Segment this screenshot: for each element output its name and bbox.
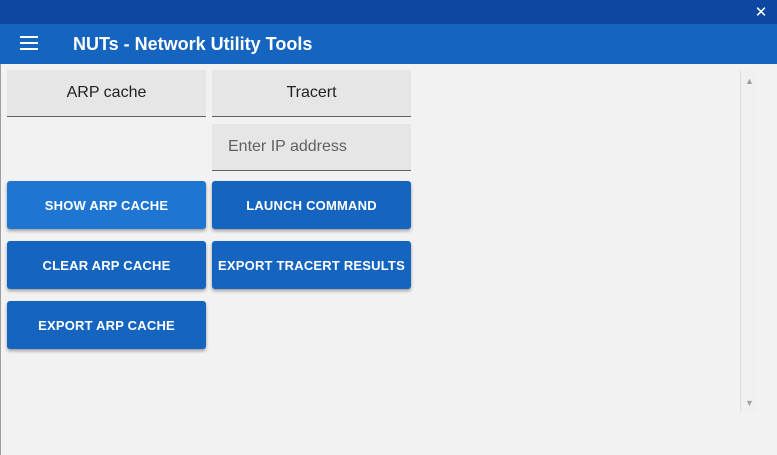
- app-title: NUTs - Network Utility Tools: [73, 34, 313, 54]
- export-tracert-results-button[interactable]: EXPORT TRACERT RESULTS: [212, 241, 411, 289]
- window-titlebar: ✕: [0, 0, 777, 24]
- close-icon[interactable]: ✕: [749, 0, 773, 24]
- arp-cache-header: ARP cache: [7, 70, 206, 117]
- tracert-header: Tracert: [212, 70, 411, 117]
- scroll-up-icon[interactable]: ▲: [741, 72, 758, 89]
- scroll-down-icon[interactable]: ▼: [741, 394, 758, 411]
- ip-address-input[interactable]: [212, 124, 411, 171]
- show-arp-cache-button[interactable]: SHOW ARP CACHE: [7, 181, 206, 229]
- app-bar: NUTs - Network Utility Tools: [0, 24, 777, 64]
- vertical-scrollbar[interactable]: ▲ ▼: [740, 70, 757, 413]
- export-arp-cache-button[interactable]: EXPORT ARP CACHE: [7, 301, 206, 349]
- hamburger-icon[interactable]: [20, 36, 40, 52]
- clear-arp-cache-button[interactable]: CLEAR ARP CACHE: [7, 241, 206, 289]
- launch-command-button[interactable]: LAUNCH COMMAND: [212, 181, 411, 229]
- window-left-border: [0, 64, 1, 455]
